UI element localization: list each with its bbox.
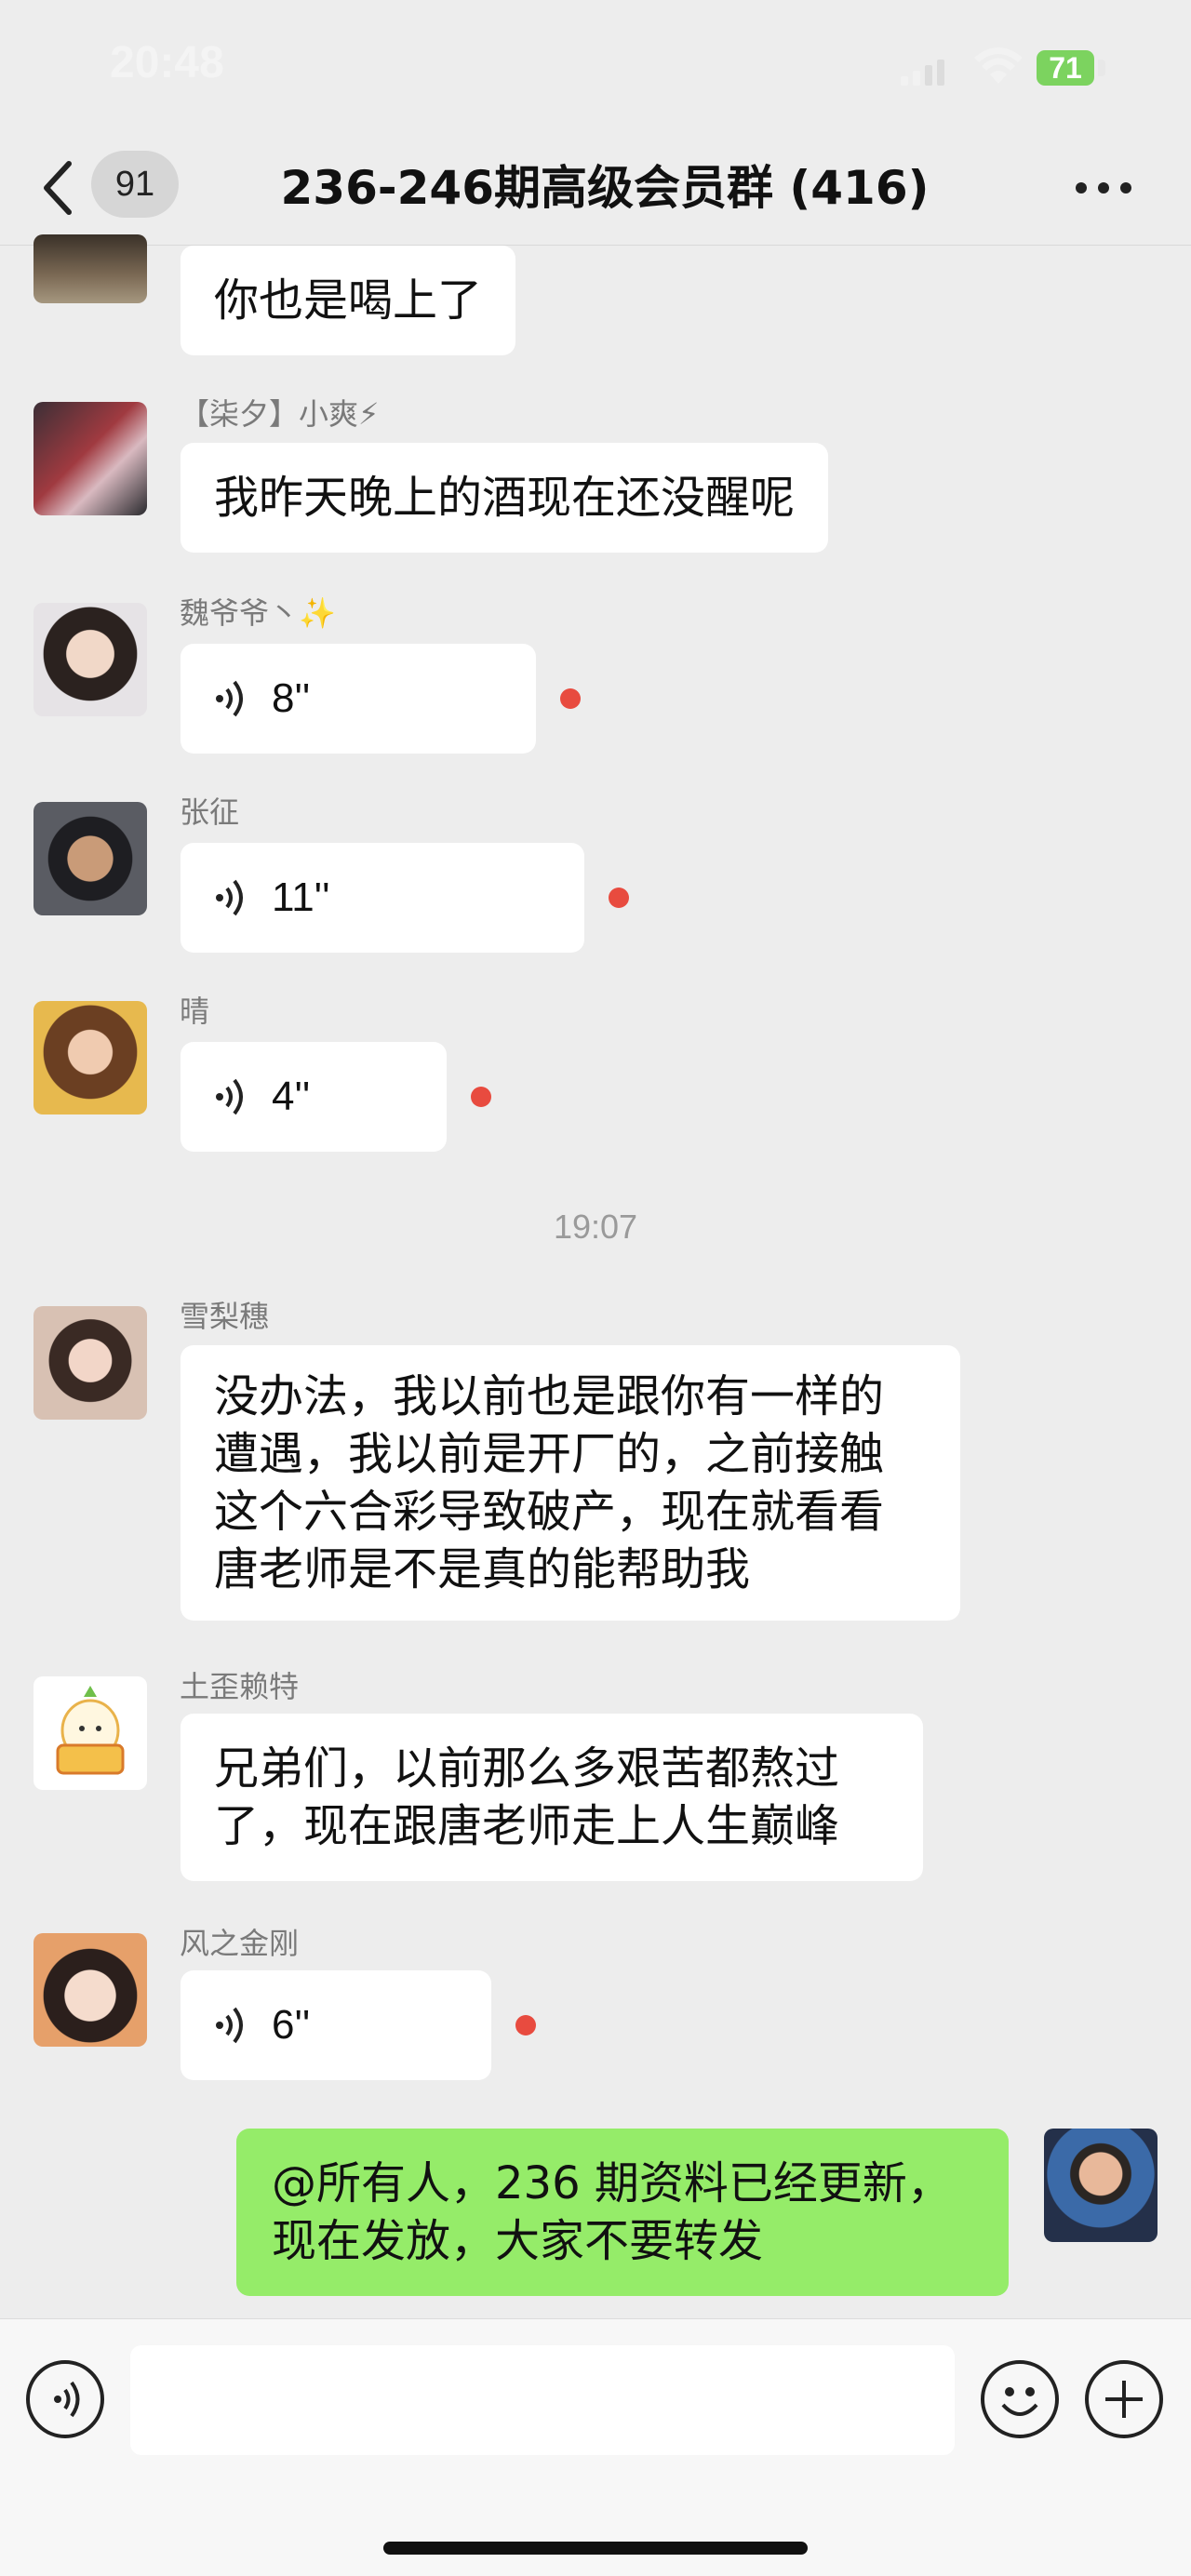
message-text-line: @所有人，236 期资料已经更新， xyxy=(272,2157,952,2209)
message-input[interactable] xyxy=(130,2345,955,2455)
avatar[interactable] xyxy=(33,234,147,303)
message-text-line: 唐老师是不是真的能帮助我 xyxy=(214,1543,751,1595)
unread-dot xyxy=(515,2015,536,2035)
sender-name: 土歪赖特 xyxy=(180,1669,300,1704)
message-text-line: 现在发放，大家不要转发 xyxy=(272,2215,764,2267)
voice-message-bubble[interactable]: 11'' xyxy=(181,843,584,953)
sender-name: 魏爷爷丶✨ xyxy=(180,595,336,631)
voice-duration: 4'' xyxy=(272,1074,311,1119)
signal-icon xyxy=(901,58,945,86)
message-text-line: 兄弟们，以前那么多艰苦都熬过 xyxy=(214,1742,840,1795)
voice-duration: 8'' xyxy=(272,675,311,721)
status-time: 20:48 xyxy=(110,38,224,87)
message-bubble[interactable]: 我昨天晚上的酒现在还没醒呢 xyxy=(181,443,829,553)
voice-wave-icon xyxy=(216,1078,243,1115)
battery-indicator: 71 xyxy=(1037,50,1094,86)
wifi-icon xyxy=(974,47,1023,84)
message-bubble[interactable]: 兄弟们，以前那么多艰苦都熬过 了，现在跟唐老师走上人生巅峰 xyxy=(181,1714,923,1881)
voice-duration: 11'' xyxy=(272,874,330,920)
unread-badge[interactable]: 91 xyxy=(91,151,179,218)
avatar[interactable] xyxy=(33,603,147,716)
voice-wave-icon xyxy=(216,879,243,916)
message-bubble[interactable]: 没办法，我以前也是跟你有一样的 遭遇，我以前是开厂的，之前接触 这个六合彩导致破… xyxy=(181,1345,960,1621)
emoji-icon[interactable] xyxy=(981,2360,1059,2438)
sender-name: 风之金刚 xyxy=(180,1926,300,1961)
avatar[interactable] xyxy=(33,1676,147,1790)
voice-message-bubble[interactable]: 4'' xyxy=(181,1042,447,1152)
voice-message-bubble[interactable]: 8'' xyxy=(181,644,536,754)
chat-header: 91 236-246期高级会员群 (416) xyxy=(0,130,1191,246)
avatar[interactable] xyxy=(33,1933,147,2047)
status-bar: 20:48 71 xyxy=(0,0,1191,130)
message-bubble[interactable]: 你也是喝上了 xyxy=(181,246,516,355)
voice-toggle-icon[interactable] xyxy=(26,2360,104,2438)
message-text-line: 这个六合彩导致破产，现在就看看 xyxy=(214,1486,885,1538)
message-bubble-self[interactable]: @所有人，236 期资料已经更新， 现在发放，大家不要转发 xyxy=(236,2129,1009,2296)
sender-name: 晴 xyxy=(180,994,210,1029)
page-title: 236-246期高级会员群 (416) xyxy=(280,161,930,215)
more-icon[interactable] xyxy=(1076,179,1131,197)
unread-dot xyxy=(609,888,629,908)
message-text-line: 了，现在跟唐老师走上人生巅峰 xyxy=(214,1800,840,1852)
voice-message-bubble[interactable]: 6'' xyxy=(181,1970,491,2080)
avatar[interactable] xyxy=(33,402,147,515)
self-avatar[interactable] xyxy=(1044,2129,1158,2242)
sender-name: 雪梨穗 xyxy=(180,1299,270,1334)
time-separator: 19:07 xyxy=(553,1208,638,1246)
message-text: 我昨天晚上的酒现在还没醒呢 xyxy=(214,472,796,524)
sender-name: 【柒夕】小爽⚡ xyxy=(180,396,380,432)
voice-wave-icon xyxy=(216,2007,243,2044)
chevron-left-icon[interactable] xyxy=(39,158,76,218)
voice-duration: 6'' xyxy=(272,2002,311,2048)
unread-dot xyxy=(471,1087,491,1107)
sender-name: 张征 xyxy=(180,794,240,830)
message-text-line: 没办法，我以前也是跟你有一样的 xyxy=(214,1370,885,1422)
cartoon-avatar-icon xyxy=(56,1686,125,1775)
message-text: 你也是喝上了 xyxy=(214,274,483,327)
message-text-line: 遭遇，我以前是开厂的，之前接触 xyxy=(214,1428,885,1480)
input-bar xyxy=(0,2318,1191,2576)
avatar[interactable] xyxy=(33,1306,147,1420)
voice-wave-icon xyxy=(216,680,243,717)
home-indicator[interactable] xyxy=(383,2542,808,2555)
unread-dot xyxy=(560,688,581,709)
battery-cap xyxy=(1098,60,1105,76)
plus-icon[interactable] xyxy=(1085,2360,1163,2438)
avatar[interactable] xyxy=(33,802,147,915)
avatar[interactable] xyxy=(33,1001,147,1114)
